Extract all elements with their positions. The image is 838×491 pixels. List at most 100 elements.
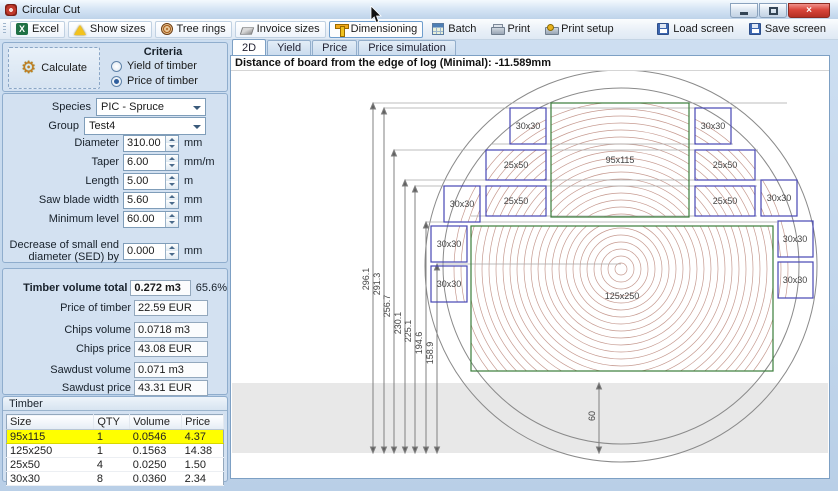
close-button[interactable]: ×	[788, 3, 830, 18]
app-window: { "window": { "title": "Circular Cut" },…	[0, 0, 838, 491]
maximize-icon	[769, 7, 778, 15]
sed-decrease-input[interactable]: 0.000	[123, 243, 179, 260]
log-cross-section-canvas[interactable]: Distance of board from the edge of log (…	[230, 55, 830, 479]
calculate-button[interactable]: ⚙ Calculate	[8, 47, 100, 89]
print-setup-label: Print setup	[561, 23, 614, 35]
sed-decrease-spinner[interactable]	[165, 244, 178, 259]
show-sizes-button[interactable]: Show sizes	[68, 21, 152, 38]
board-label: 30x30	[783, 234, 808, 244]
tab-2d[interactable]: 2D	[232, 39, 266, 55]
taper-spinner[interactable]	[165, 155, 178, 170]
tab-price[interactable]: Price	[312, 40, 357, 55]
radio-price-of-timber[interactable]: Price of timber	[111, 75, 198, 87]
minimum-level-input[interactable]: 60.00	[123, 211, 179, 228]
totals-groupbox: Timber volume total 0.272 m3 65.6% Price…	[2, 268, 228, 395]
title-bar: Circular Cut	[0, 0, 838, 19]
taper-unit: mm/m	[184, 156, 215, 168]
table-row[interactable]: 95x1151 0.05464.37	[7, 430, 224, 444]
board-label: 25x50	[713, 196, 738, 206]
window-controls: ×	[729, 3, 830, 18]
saw-blade-width-spinner[interactable]	[165, 193, 178, 208]
group-label: Group	[3, 120, 79, 132]
table-row[interactable]: 25x504 0.02501.50	[7, 458, 224, 472]
load-screen-label: Load screen	[673, 23, 734, 35]
parameters-groupbox: Species PIC - Spruce Group Test4 Diamete…	[2, 93, 228, 263]
criteria-groupbox: ⚙ Calculate Criteria Yield of timber Pri…	[2, 42, 228, 92]
batch-button[interactable]: Batch	[426, 21, 482, 38]
load-screen-button[interactable]: Load screen	[651, 21, 740, 38]
length-value: 5.00	[127, 175, 148, 187]
tab-yield[interactable]: Yield	[267, 40, 311, 55]
sidebar: ⚙ Calculate Criteria Yield of timber Pri…	[2, 42, 228, 482]
taper-label: Taper	[3, 156, 119, 168]
sawdust-volume-label: Sawdust volume	[3, 364, 131, 376]
print-button[interactable]: Print	[485, 21, 536, 38]
saw-blade-width-value: 5.60	[127, 194, 148, 206]
view-tabs: 2D Yield Price Price simulation	[232, 39, 456, 55]
diameter-label: Diameter	[3, 137, 119, 149]
tree-rings-button[interactable]: Tree rings	[155, 21, 232, 38]
group-value: Test4	[89, 120, 115, 132]
log-drawing: 296.1 291.3 256.7 230.1 225.1 194.6 158.…	[231, 56, 829, 478]
dimension-label: 256.7	[382, 295, 392, 318]
board-label: 30x30	[437, 239, 462, 249]
board-label: 25x50	[504, 196, 529, 206]
board-label: 30x30	[516, 121, 541, 131]
diameter-value: 310.00	[127, 137, 161, 149]
minimum-level-unit: mm	[184, 213, 202, 225]
table-row[interactable]: 30x308 0.03602.34	[7, 472, 224, 486]
tree-rings-label: Tree rings	[177, 23, 226, 35]
close-icon: ×	[806, 5, 812, 16]
dimension-label: 158.9	[425, 342, 435, 365]
saw-blade-width-label: Saw blade width	[3, 194, 119, 206]
diameter-spinner[interactable]	[165, 136, 178, 151]
diameter-input[interactable]: 310.00	[123, 135, 179, 152]
radio-yield-of-timber[interactable]: Yield of timber	[111, 60, 197, 72]
saw-blade-width-input[interactable]: 5.60	[123, 192, 179, 209]
species-value: PIC - Spruce	[101, 101, 164, 113]
gear-icon: ⚙	[21, 58, 36, 78]
toolbar: X Excel Show sizes Tree rings Invoice si…	[0, 19, 838, 40]
batch-icon	[432, 23, 444, 35]
board-label: 125x250	[605, 291, 640, 301]
minimum-level-band	[232, 383, 828, 453]
timber-volume-total-value: 0.272 m3	[130, 280, 190, 296]
radio-yield-label: Yield of timber	[127, 60, 197, 72]
col-price[interactable]: Price	[182, 415, 224, 430]
dimension-label: 291.3	[372, 273, 382, 296]
maximize-button[interactable]	[759, 3, 787, 18]
dimensioning-label: Dimensioning	[351, 23, 418, 35]
show-sizes-icon	[74, 25, 86, 35]
taper-value: 6.00	[127, 156, 148, 168]
dimension-label: 230.1	[393, 312, 403, 335]
radio-price-label: Price of timber	[127, 75, 198, 87]
group-select[interactable]: Test4	[84, 117, 206, 135]
table-row[interactable]: 125x2501 0.156314.38	[7, 444, 224, 458]
batch-label: Batch	[448, 23, 476, 35]
species-select[interactable]: PIC - Spruce	[96, 98, 206, 116]
print-setup-button[interactable]: Print setup	[539, 21, 620, 38]
invoice-sizes-icon	[239, 27, 253, 34]
minimize-button[interactable]	[730, 3, 758, 18]
save-screen-button[interactable]: Save screen	[743, 21, 832, 38]
board-labels: 30x30 95x115 30x30 25x50 25x50 30x30 25x…	[437, 121, 808, 301]
tab-price-simulation[interactable]: Price simulation	[358, 40, 456, 55]
criteria-title: Criteria	[103, 46, 223, 58]
length-spinner[interactable]	[165, 174, 178, 189]
col-volume[interactable]: Volume	[130, 415, 182, 430]
save-screen-icon	[749, 23, 761, 35]
col-size[interactable]: Size	[7, 415, 94, 430]
taper-input[interactable]: 6.00	[123, 154, 179, 171]
minimum-level-spinner[interactable]	[165, 212, 178, 227]
length-input[interactable]: 5.00	[123, 173, 179, 190]
chips-price-label: Chips price	[3, 343, 131, 355]
col-qty[interactable]: QTY	[94, 415, 130, 430]
distance-status-text: Distance of board from the edge of log (…	[231, 56, 829, 71]
length-unit: m	[184, 175, 193, 187]
excel-button[interactable]: X Excel	[10, 21, 65, 38]
sawdust-price-label: Sawdust price	[3, 382, 131, 394]
minimum-level-value: 60.00	[127, 213, 155, 225]
board-label: 95x115	[606, 155, 635, 165]
radio-icon-selected	[111, 76, 122, 87]
invoice-sizes-button[interactable]: Invoice sizes	[235, 21, 326, 38]
